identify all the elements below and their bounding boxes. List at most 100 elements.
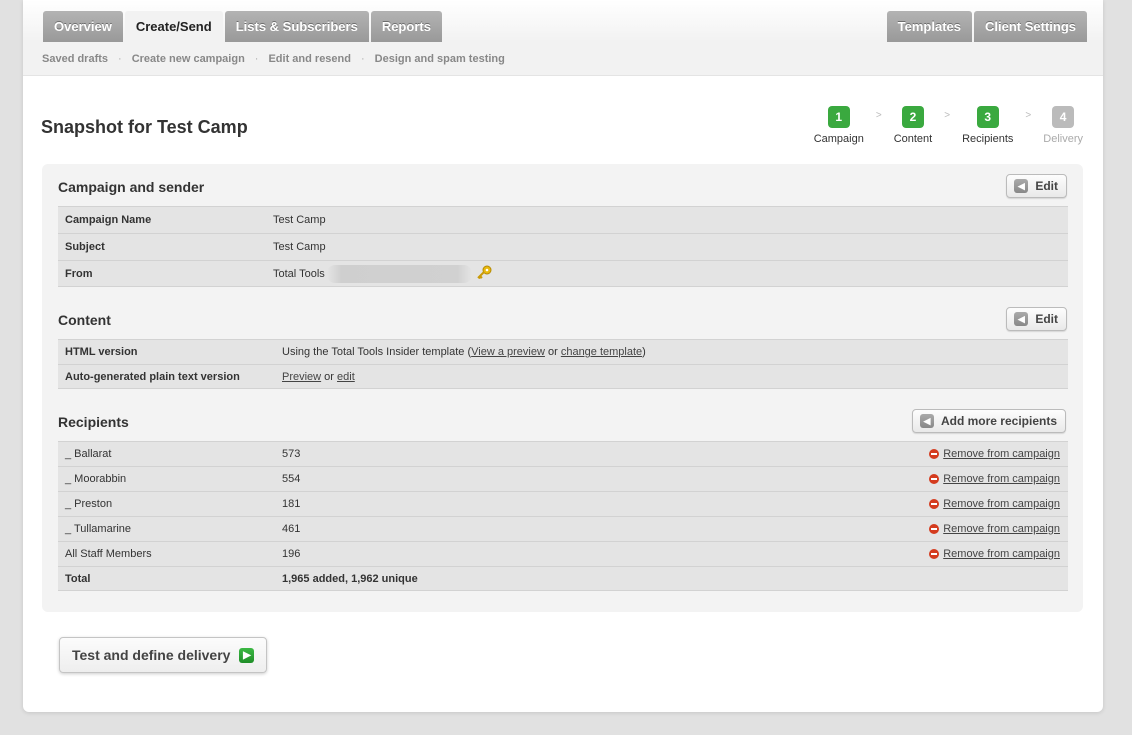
remove-link[interactable]: Remove from campaign bbox=[943, 498, 1060, 510]
remove-from-campaign[interactable]: Remove from campaign bbox=[929, 498, 1060, 510]
step-campaign[interactable]: 1 Campaign bbox=[814, 106, 864, 145]
paren-text: ) bbox=[642, 346, 646, 358]
remove-from-campaign[interactable]: Remove from campaign bbox=[929, 548, 1060, 560]
add-recipients-label: Add more recipients bbox=[940, 414, 1057, 428]
view-preview-link[interactable]: View a preview bbox=[471, 346, 545, 358]
subnav-edit-and-resend[interactable]: Edit and resend bbox=[268, 53, 351, 65]
table-row: _ Ballarat 573 Remove from campaign bbox=[58, 441, 1068, 466]
step-recipients[interactable]: 3 Recipients bbox=[962, 106, 1013, 145]
tab-create-send[interactable]: Create/Send bbox=[124, 11, 223, 42]
arrow-left-icon: ◀ bbox=[1014, 179, 1029, 193]
remove-link[interactable]: Remove from campaign bbox=[943, 548, 1060, 560]
row-label: From bbox=[65, 267, 93, 280]
arrow-left-icon: ◀ bbox=[1014, 312, 1029, 326]
page-container: Overview Create/Send Lists & Subscribers… bbox=[23, 0, 1103, 712]
list-count: 196 bbox=[282, 548, 301, 560]
add-more-recipients-button[interactable]: ◀ Add more recipients bbox=[911, 409, 1066, 433]
edit-label: Edit bbox=[1035, 179, 1058, 193]
subnav-create-new-campaign[interactable]: Create new campaign bbox=[132, 53, 245, 65]
row-label: Subject bbox=[65, 241, 105, 253]
tab-templates[interactable]: Templates bbox=[886, 11, 972, 42]
key-icon[interactable] bbox=[476, 265, 492, 282]
list-name: _ Tullamarine bbox=[65, 523, 132, 535]
step-separator: > bbox=[875, 110, 882, 121]
recipients-table: _ Ballarat 573 Remove from campaign _ Mo… bbox=[58, 441, 1068, 591]
subnav-separator: · bbox=[361, 52, 365, 65]
remove-link[interactable]: Remove from campaign bbox=[943, 448, 1060, 460]
change-template-link[interactable]: change template bbox=[561, 346, 642, 358]
list-count: 461 bbox=[282, 523, 301, 535]
row-value: Test Camp bbox=[273, 214, 326, 226]
tab-lists-subscribers[interactable]: Lists & Subscribers bbox=[224, 11, 369, 42]
edit-content-button[interactable]: ◀ Edit bbox=[1006, 307, 1067, 331]
tab-reports[interactable]: Reports bbox=[370, 11, 442, 42]
page-title: Snapshot for Test Camp bbox=[41, 117, 248, 137]
table-row: Subject Test Camp bbox=[58, 233, 1068, 260]
table-row: Auto-generated plain text version Previe… bbox=[58, 364, 1068, 389]
tab-client-settings[interactable]: Client Settings bbox=[973, 11, 1087, 42]
subnav-separator: · bbox=[118, 52, 122, 65]
remove-link[interactable]: Remove from campaign bbox=[943, 473, 1060, 485]
remove-from-campaign[interactable]: Remove from campaign bbox=[929, 448, 1060, 460]
html-version-text: Using the Total Tools Insider template ( bbox=[282, 346, 472, 358]
row-value: Test Camp bbox=[273, 241, 326, 253]
step-label: Delivery bbox=[1043, 133, 1083, 145]
plain-preview-link[interactable]: Preview bbox=[282, 371, 321, 383]
subnav-separator: · bbox=[254, 52, 259, 65]
step-number: 1 bbox=[827, 106, 850, 128]
remove-icon bbox=[929, 549, 940, 559]
plain-edit-link[interactable]: edit bbox=[337, 371, 355, 383]
step-label: Recipients bbox=[962, 133, 1014, 145]
next-label: Test and define delivery bbox=[72, 647, 231, 663]
subnav-design-spam-testing[interactable]: Design and spam testing bbox=[375, 53, 505, 65]
list-name: _ Preston bbox=[65, 498, 113, 510]
list-count: 554 bbox=[282, 473, 301, 485]
edit-campaign-button[interactable]: ◀ Edit bbox=[1006, 174, 1067, 198]
table-row: _ Preston 181 Remove from campaign bbox=[58, 491, 1068, 516]
total-label: Total bbox=[65, 572, 91, 585]
content-table: HTML version Using the Total Tools Insid… bbox=[58, 339, 1068, 389]
remove-icon bbox=[929, 449, 940, 459]
step-number: 3 bbox=[976, 106, 999, 128]
row-value: Total Tools bbox=[273, 267, 325, 280]
redacted-email bbox=[326, 264, 472, 283]
remove-from-campaign[interactable]: Remove from campaign bbox=[929, 523, 1060, 535]
step-number: 2 bbox=[901, 106, 924, 128]
remove-link[interactable]: Remove from campaign bbox=[943, 523, 1060, 535]
list-name: _ Ballarat bbox=[65, 448, 112, 460]
table-row: From Total Tools bbox=[58, 260, 1068, 287]
step-content[interactable]: 2 Content bbox=[893, 106, 933, 145]
recipients-heading: Recipients bbox=[58, 414, 129, 430]
row-label: Campaign Name bbox=[65, 214, 152, 226]
campaign-sender-heading: Campaign and sender bbox=[58, 179, 205, 195]
sub-navigation: Saved drafts · Create new campaign · Edi… bbox=[23, 42, 1103, 76]
total-value: 1,965 added, 1,962 unique bbox=[282, 572, 418, 585]
test-and-define-delivery-button[interactable]: Test and define delivery ▶ bbox=[59, 637, 268, 673]
remove-icon bbox=[929, 524, 940, 534]
remove-from-campaign[interactable]: Remove from campaign bbox=[929, 473, 1060, 485]
or-text: or bbox=[321, 370, 338, 383]
step-label: Content bbox=[893, 133, 933, 145]
row-value: Preview or edit bbox=[282, 371, 355, 383]
edit-label: Edit bbox=[1035, 312, 1058, 326]
subnav-saved-drafts[interactable]: Saved drafts bbox=[42, 53, 108, 65]
step-number: 4 bbox=[1052, 106, 1075, 128]
row-label: HTML version bbox=[65, 346, 138, 358]
table-row: _ Moorabbin 554 Remove from campaign bbox=[58, 466, 1068, 491]
secondary-tabs: Templates Client Settings bbox=[886, 11, 1087, 42]
table-row: HTML version Using the Total Tools Insid… bbox=[58, 339, 1068, 364]
main-tabs: Overview Create/Send Lists & Subscribers… bbox=[43, 11, 442, 42]
list-name: All Staff Members bbox=[65, 548, 152, 560]
arrow-left-icon: ◀ bbox=[919, 414, 934, 428]
campaign-sender-table: Campaign Name Test Camp Subject Test Cam… bbox=[58, 206, 1068, 287]
list-count: 181 bbox=[282, 498, 301, 510]
row-label: Auto-generated plain text version bbox=[65, 370, 240, 383]
step-label: Campaign bbox=[813, 133, 864, 145]
progress-steps: 1 Campaign > 2 Content > 3 Recipients > … bbox=[814, 106, 1083, 145]
step-separator: > bbox=[944, 110, 951, 121]
tab-overview[interactable]: Overview bbox=[43, 11, 123, 42]
list-name: _ Moorabbin bbox=[65, 473, 127, 485]
remove-icon bbox=[929, 499, 940, 509]
table-row: _ Tullamarine 461 Remove from campaign bbox=[58, 516, 1068, 541]
list-count: 573 bbox=[282, 448, 301, 460]
